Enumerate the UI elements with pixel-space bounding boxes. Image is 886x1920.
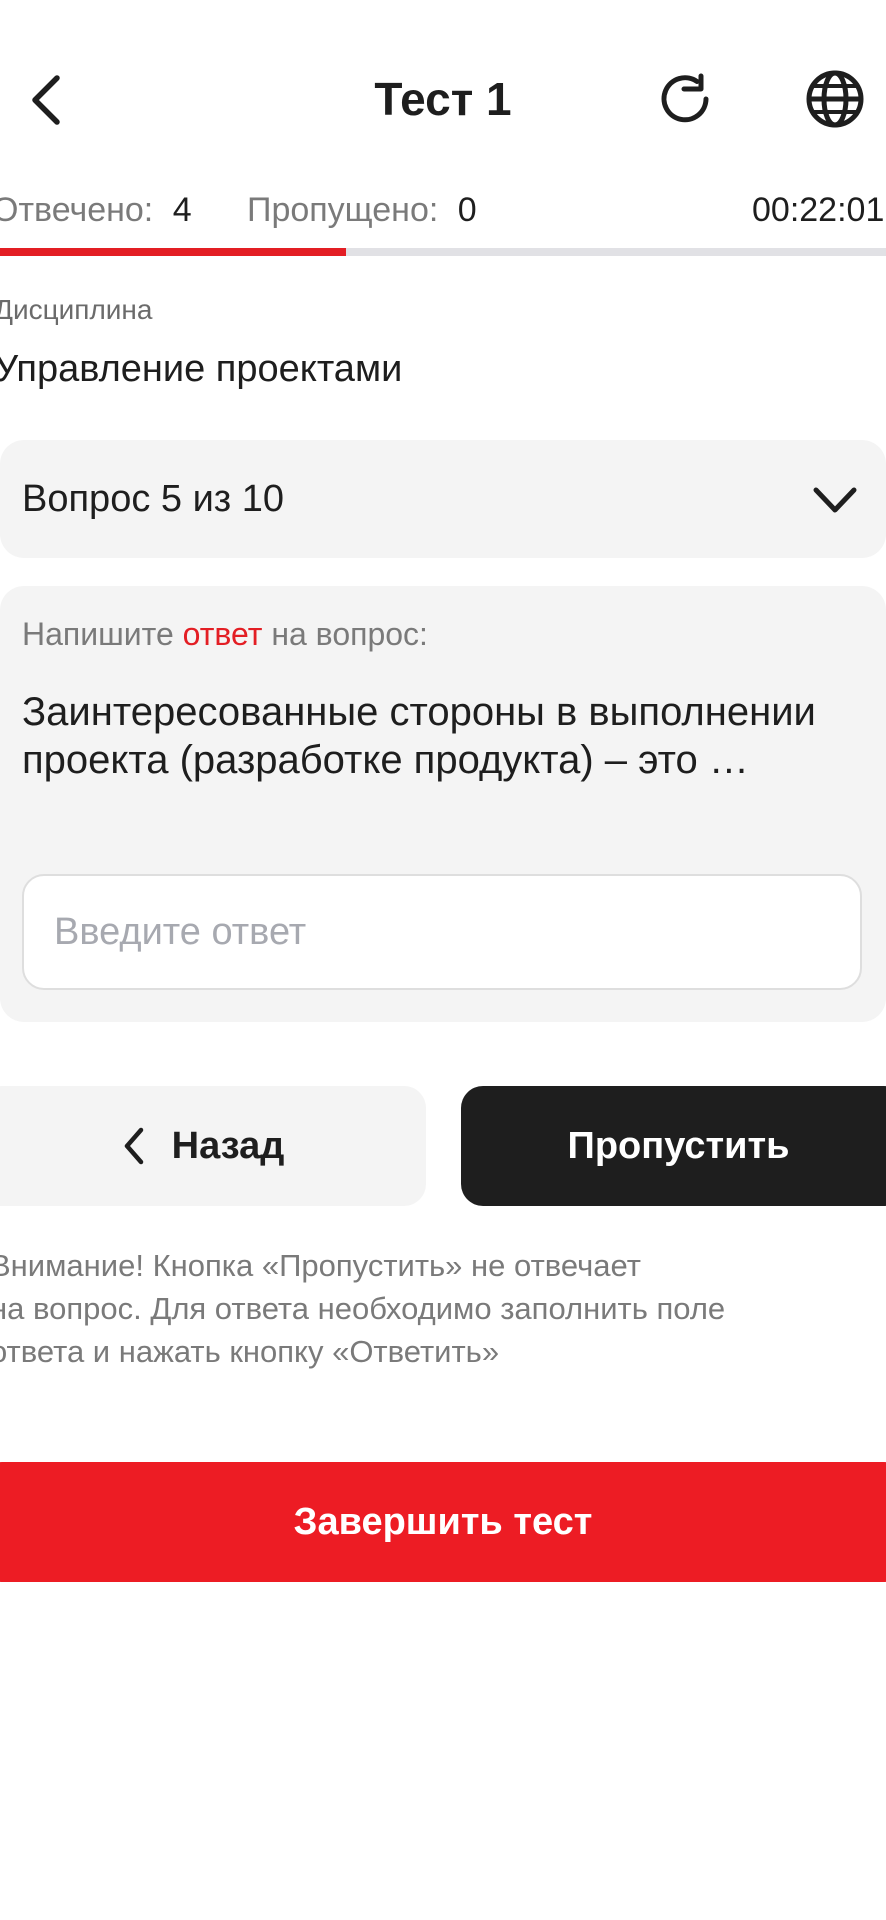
refresh-icon — [661, 73, 709, 123]
back-nav-button[interactable]: Назад — [0, 1086, 426, 1206]
skip-warning: Внимание! Кнопка «Пропустить» не отвечае… — [0, 1244, 886, 1373]
question-select-dropdown[interactable]: Вопрос 5 из 10 — [0, 440, 886, 558]
skip-button[interactable]: Пропустить — [461, 1086, 886, 1206]
chevron-left-icon — [124, 1127, 143, 1165]
progress-bar — [0, 248, 886, 256]
answered-stat: Отвечено: 4 — [0, 186, 192, 234]
warning-line: Внимание! Кнопка «Пропустить» не отвечае… — [0, 1248, 641, 1283]
skipped-label: Пропущено: — [247, 191, 439, 229]
answered-value: 4 — [172, 191, 192, 229]
finish-test-label: Завершить тест — [293, 1500, 593, 1543]
skipped-stat: Пропущено: 0 — [247, 186, 477, 234]
timer: 00:22:01 — [752, 191, 885, 229]
back-nav-label: Назад — [171, 1124, 285, 1167]
language-button[interactable] — [802, 66, 868, 132]
globe-icon — [806, 70, 864, 128]
warning-line: ответа и нажать кнопку «Ответить» — [0, 1334, 500, 1369]
answered-label: Отвечено: — [0, 191, 154, 229]
instruction-text-end: на вопрос: — [262, 616, 428, 652]
skip-label: Пропустить — [567, 1124, 790, 1167]
stats-row: Отвечено: 4 Пропущено: 0 00:22:01 — [0, 186, 886, 234]
instruction-accent: ответ — [182, 616, 263, 652]
finish-test-button[interactable]: Завершить тест — [0, 1462, 886, 1582]
question-card: Напишите ответ на вопрос: Заинтересованн… — [0, 586, 886, 1022]
instruction-text: Напишите — [22, 616, 183, 652]
progress-fill — [0, 248, 346, 256]
skipped-value: 0 — [457, 191, 477, 229]
answer-input[interactable] — [22, 874, 862, 990]
question-select-label: Вопрос 5 из 10 — [22, 478, 285, 520]
discipline-label: Дисциплина — [0, 294, 153, 325]
warning-line: на вопрос. Для ответа необходимо заполни… — [0, 1291, 726, 1326]
question-instruction: Напишите ответ на вопрос: — [22, 616, 428, 653]
chevron-down-icon — [813, 487, 857, 513]
discipline-value: Управление проектами — [0, 348, 403, 390]
header: Тест 1 — [0, 40, 886, 155]
page-title: Тест 1 — [374, 73, 512, 125]
test-screen: Тест 1 Отвечено: 4 Пропущено: 0 00:22:01… — [0, 0, 886, 1920]
question-text: Заинтересованные стороны в выполнении пр… — [22, 690, 816, 782]
refresh-button[interactable] — [652, 66, 718, 132]
